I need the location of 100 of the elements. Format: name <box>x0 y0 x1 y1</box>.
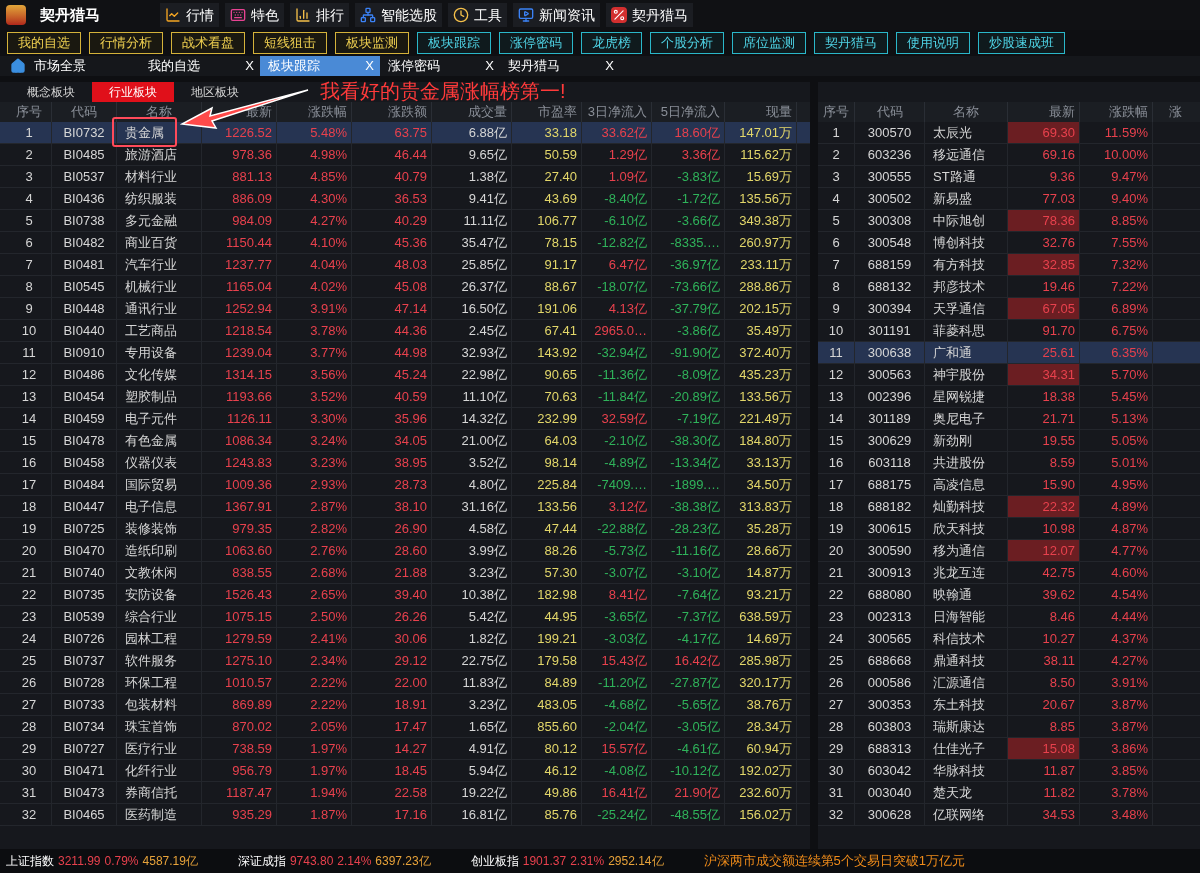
tab[interactable]: 板块跟踪 X <box>260 56 380 76</box>
tab[interactable]: 我的自选 X <box>140 56 260 76</box>
column-header[interactable]: 序号 <box>818 102 855 122</box>
quick-button[interactable]: 使用说明 <box>896 32 970 54</box>
table-row[interactable]: 15 BI0478 有色金属 1086.34 3.24% 34.05 21.00亿 64.03 -2.10亿 -38.30亿 184.80万 <box>0 430 810 452</box>
table-row[interactable]: 32 300628 亿联网络 34.53 3.48% <box>818 804 1200 826</box>
table-row[interactable]: 22 BI0735 安防设备 1526.43 2.65% 39.40 10.38亿 182.98 8.41亿 -7.64亿 93.21万 <box>0 584 810 606</box>
table-row[interactable]: 24 300565 科信技术 10.27 4.37% <box>818 628 1200 650</box>
tab[interactable]: 涨停密码 X <box>380 56 500 76</box>
column-header[interactable]: 名称 <box>146 102 172 122</box>
tab[interactable]: 契丹猎马 X <box>500 56 620 76</box>
column-header[interactable]: 市盈率 <box>538 102 577 122</box>
table-row[interactable]: 20 BI0470 造纸印刷 1063.60 2.76% 28.60 3.99亿 88.26 -5.73亿 -11.16亿 28.66万 <box>0 540 810 562</box>
table-row[interactable]: 6 BI0482 商业百货 1150.44 4.10% 45.36 35.47亿 78.15 -12.82亿 -8335.… 260.97万 <box>0 232 810 254</box>
table-row[interactable]: 9 300394 天孚通信 67.05 6.89% <box>818 298 1200 320</box>
table-row[interactable]: 31 BI0473 券商信托 1187.47 1.94% 22.58 19.22亿 49.86 16.41亿 21.90亿 232.60万 <box>0 782 810 804</box>
table-row[interactable]: 5 300308 中际旭创 78.36 8.85% <box>818 210 1200 232</box>
column-header[interactable]: 5日净流入 <box>660 102 720 122</box>
menu-item[interactable]: 新闻资讯 <box>513 3 600 27</box>
menu-item[interactable]: 智能选股 <box>355 3 442 27</box>
quick-button[interactable]: 龙虎榜 <box>581 32 642 54</box>
table-row[interactable]: 21 300913 兆龙互连 42.75 4.60% <box>818 562 1200 584</box>
close-tab-button[interactable]: X <box>605 56 614 76</box>
quick-button[interactable]: 战术看盘 <box>171 32 245 54</box>
table-row[interactable]: 23 002313 日海智能 8.46 4.44% <box>818 606 1200 628</box>
table-row[interactable]: 14 BI0459 电子元件 1126.11 3.30% 35.96 14.32亿 232.99 32.59亿 -7.19亿 221.49万 <box>0 408 810 430</box>
table-row[interactable]: 9 BI0448 通讯行业 1252.94 3.91% 47.14 16.50亿 191.06 4.13亿 -37.79亿 202.15万 <box>0 298 810 320</box>
table-row[interactable]: 16 603118 共进股份 8.59 5.01% <box>818 452 1200 474</box>
quick-button[interactable]: 板块监测 <box>335 32 409 54</box>
table-row[interactable]: 8 BI0545 机械行业 1165.04 4.02% 45.08 26.37亿 88.67 -18.07亿 -73.66亿 288.86万 <box>0 276 810 298</box>
table-row[interactable]: 29 BI0727 医疗行业 738.59 1.97% 14.27 4.91亿 80.12 15.57亿 -4.61亿 60.94万 <box>0 738 810 760</box>
home-tab[interactable]: 市场全景 <box>0 56 140 76</box>
quick-button[interactable]: 炒股速成班 <box>978 32 1065 54</box>
table-row[interactable]: 11 300638 广和通 25.61 6.35% <box>818 342 1200 364</box>
table-row[interactable]: 4 BI0436 纺织服装 886.09 4.30% 36.53 9.41亿 43.69 -8.40亿 -1.72亿 135.56万 <box>0 188 810 210</box>
table-row[interactable]: 28 BI0734 珠宝首饰 870.02 2.05% 17.47 1.65亿 855.60 -2.04亿 -3.05亿 28.34万 <box>0 716 810 738</box>
column-header[interactable]: 序号 <box>16 102 42 122</box>
quick-button[interactable]: 行情分析 <box>89 32 163 54</box>
column-header[interactable]: 成交量 <box>468 102 507 122</box>
table-row[interactable]: 3 BI0537 材料行业 881.13 4.85% 40.79 1.38亿 27.40 1.09亿 -3.83亿 15.69万 <box>0 166 810 188</box>
menu-item[interactable]: 行情 <box>160 3 219 27</box>
table-row[interactable]: 16 BI0458 仪器仪表 1243.83 3.23% 38.95 3.52亿 98.14 -4.89亿 -13.34亿 33.13万 <box>0 452 810 474</box>
table-row[interactable]: 3 300555 ST路通 9.36 9.47% <box>818 166 1200 188</box>
column-header[interactable]: 涨跌额 <box>388 102 427 122</box>
table-row[interactable]: 2 BI0485 旅游酒店 978.36 4.98% 46.44 9.65亿 50.59 1.29亿 3.36亿 115.62万 <box>0 144 810 166</box>
quick-button[interactable]: 板块跟踪 <box>417 32 491 54</box>
table-row[interactable]: 22 688080 映翰通 39.62 4.54% <box>818 584 1200 606</box>
table-row[interactable]: 19 BI0725 装修装饰 979.35 2.82% 26.90 4.58亿 47.44 -22.88亿 -28.23亿 35.28万 <box>0 518 810 540</box>
table-row[interactable]: 24 BI0726 园林工程 1279.59 2.41% 30.06 1.82亿 199.21 -3.03亿 -4.17亿 14.69万 <box>0 628 810 650</box>
table-row[interactable]: 25 688668 鼎通科技 38.11 4.27% <box>818 650 1200 672</box>
quick-button[interactable]: 个股分析 <box>650 32 724 54</box>
column-header[interactable]: 现量 <box>766 102 792 122</box>
table-row[interactable]: 26 BI0728 环保工程 1010.57 2.22% 22.00 11.83亿 84.89 -11.20亿 -27.87亿 320.17万 <box>0 672 810 694</box>
table-row[interactable]: 30 603042 华脉科技 11.87 3.85% <box>818 760 1200 782</box>
column-header[interactable]: 涨跌幅 <box>308 102 347 122</box>
column-header[interactable]: 代码 <box>855 102 925 122</box>
column-header[interactable]: 3日净流入 <box>587 102 647 122</box>
sector-tab[interactable]: 行业板块 <box>92 82 174 102</box>
sector-tab[interactable]: 概念板块 <box>10 82 92 102</box>
menu-item[interactable]: 工具 <box>448 3 507 27</box>
table-row[interactable]: 10 BI0440 工艺商品 1218.54 3.78% 44.36 2.45亿 67.41 2965.0… -3.86亿 35.49万 <box>0 320 810 342</box>
column-header[interactable]: 代码 <box>71 102 97 122</box>
table-row[interactable]: 13 002396 星网锐捷 18.38 5.45% <box>818 386 1200 408</box>
close-tab-button[interactable]: X <box>245 56 254 76</box>
table-row[interactable]: 17 BI0484 国际贸易 1009.36 2.93% 28.73 4.80亿 225.84 -7409.… -1899.… 34.50万 <box>0 474 810 496</box>
menu-item[interactable]: 特色 <box>225 3 284 27</box>
column-header[interactable]: 名称 <box>925 102 1008 122</box>
table-row[interactable]: 1 300570 太辰光 69.30 11.59% <box>818 122 1200 144</box>
table-row[interactable]: 27 BI0733 包装材料 869.89 2.22% 18.91 3.23亿 483.05 -4.68亿 -5.65亿 38.76万 <box>0 694 810 716</box>
menu-item[interactable]: 契丹猎马 <box>606 3 693 27</box>
sector-tab[interactable]: 地区板块 <box>174 82 256 102</box>
table-row[interactable]: 21 BI0740 文教休闲 838.55 2.68% 21.88 3.23亿 57.30 -3.07亿 -3.10亿 14.87万 <box>0 562 810 584</box>
table-row[interactable]: 14 301189 奥尼电子 21.71 5.13% <box>818 408 1200 430</box>
table-row[interactable]: 29 688313 仕佳光子 15.08 3.86% <box>818 738 1200 760</box>
column-header[interactable]: 涨 <box>1153 102 1200 122</box>
table-row[interactable]: 13 BI0454 塑胶制品 1193.66 3.52% 40.59 11.10亿 70.63 -11.84亿 -20.89亿 133.56万 <box>0 386 810 408</box>
table-row[interactable]: 23 BI0539 综合行业 1075.15 2.50% 26.26 5.42亿 44.95 -3.65亿 -7.37亿 638.59万 <box>0 606 810 628</box>
table-row[interactable]: 12 BI0486 文化传媒 1314.15 3.56% 45.24 22.98亿 90.65 -11.36亿 -8.09亿 435.23万 <box>0 364 810 386</box>
column-header[interactable]: 涨跌幅 <box>1080 102 1153 122</box>
menu-item[interactable]: 排行 <box>290 3 349 27</box>
quick-button[interactable]: 席位监测 <box>732 32 806 54</box>
table-row[interactable]: 1 BI0732 贵金属 1226.52 5.48% 63.75 6.88亿 33.18 33.62亿 18.60亿 147.01万 <box>0 122 810 144</box>
table-row[interactable]: 18 688182 灿勤科技 22.32 4.89% <box>818 496 1200 518</box>
table-row[interactable]: 25 BI0737 软件服务 1275.10 2.34% 29.12 22.75亿 179.58 15.43亿 16.42亿 285.98万 <box>0 650 810 672</box>
quick-button[interactable]: 契丹猎马 <box>814 32 888 54</box>
table-row[interactable]: 12 300563 神宇股份 34.31 5.70% <box>818 364 1200 386</box>
table-row[interactable]: 7 BI0481 汽车行业 1237.77 4.04% 48.03 25.85亿 91.17 6.47亿 -36.97亿 233.11万 <box>0 254 810 276</box>
table-row[interactable]: 32 BI0465 医药制造 935.29 1.87% 17.16 16.81亿 85.76 -25.24亿 -48.55亿 156.02万 <box>0 804 810 826</box>
table-row[interactable]: 31 003040 楚天龙 11.82 3.78% <box>818 782 1200 804</box>
table-row[interactable]: 15 300629 新劲刚 19.55 5.05% <box>818 430 1200 452</box>
quick-button[interactable]: 短线狙击 <box>253 32 327 54</box>
close-tab-button[interactable]: X <box>485 56 494 76</box>
quick-button[interactable]: 涨停密码 <box>499 32 573 54</box>
table-row[interactable]: 20 300590 移为通信 12.07 4.77% <box>818 540 1200 562</box>
table-row[interactable]: 11 BI0910 专用设备 1239.04 3.77% 44.98 32.93亿 143.92 -32.94亿 -91.90亿 372.40万 <box>0 342 810 364</box>
table-row[interactable]: 2 603236 移远通信 69.16 10.00% <box>818 144 1200 166</box>
quick-button[interactable]: 我的自选 <box>7 32 81 54</box>
close-tab-button[interactable]: X <box>365 56 374 76</box>
table-row[interactable]: 27 300353 东土科技 20.67 3.87% <box>818 694 1200 716</box>
table-row[interactable]: 5 BI0738 多元金融 984.09 4.27% 40.29 11.11亿 106.77 -6.10亿 -3.66亿 349.38万 <box>0 210 810 232</box>
